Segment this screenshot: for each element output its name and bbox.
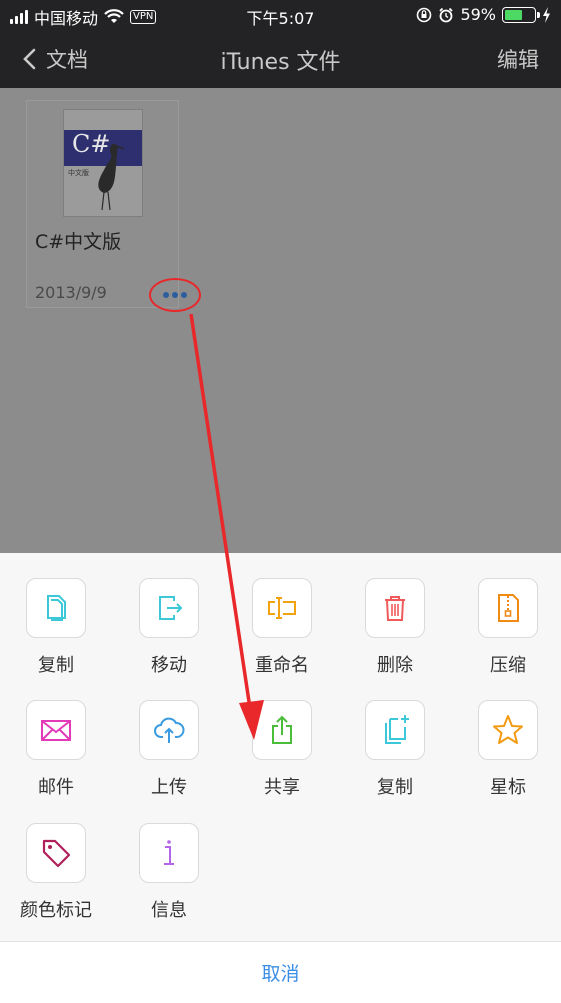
share-icon	[272, 715, 292, 744]
file-name: C#中文版	[35, 231, 122, 253]
battery-percent: 59%	[460, 5, 496, 24]
action-label: 颜色标记	[20, 900, 92, 921]
move-icon	[159, 596, 183, 620]
action-label: 重命名	[255, 655, 309, 676]
action-label: 星标	[490, 777, 526, 798]
action-delete[interactable]: 删除	[339, 578, 451, 677]
action-label: 上传	[151, 777, 187, 798]
trash-icon	[385, 596, 405, 621]
battery-icon	[502, 6, 540, 23]
zip-icon	[498, 594, 519, 622]
star-icon	[493, 715, 523, 744]
cover-subtitle: 中文版	[68, 169, 89, 177]
cancel-button[interactable]: 取消	[0, 941, 561, 1003]
edit-button[interactable]: 编辑	[497, 44, 539, 74]
page-title: iTunes 文件	[220, 50, 341, 75]
action-label: 复制	[38, 655, 74, 676]
file-grid: C# 中文版 C#中文版 2013/9/9	[0, 88, 561, 553]
more-dot	[172, 292, 178, 298]
more-dot	[163, 292, 169, 298]
copy-icon	[47, 595, 66, 621]
action-info[interactable]: 信息	[113, 823, 225, 922]
cover-title: C#	[72, 130, 111, 158]
action-mail[interactable]: 邮件	[0, 700, 112, 799]
book-cover-thumbnail: C# 中文版	[63, 109, 143, 217]
file-card[interactable]: C# 中文版 C#中文版 2013/9/9	[26, 100, 201, 312]
action-label: 删除	[377, 655, 413, 676]
more-options-button[interactable]	[149, 278, 201, 312]
action-copy[interactable]: 复制	[0, 578, 112, 677]
rename-icon	[268, 597, 296, 619]
action-rename[interactable]: 重命名	[226, 578, 338, 677]
charging-icon	[543, 6, 550, 23]
action-label: 移动	[151, 655, 187, 676]
action-label: 压缩	[490, 655, 526, 676]
duplicate-icon	[385, 715, 409, 744]
action-upload[interactable]: 上传	[113, 700, 225, 799]
action-label: 共享	[264, 777, 300, 798]
action-label: 复制	[377, 777, 413, 798]
orientation-lock-icon	[417, 7, 432, 22]
info-icon	[164, 840, 174, 865]
action-duplicate[interactable]: 复制	[339, 700, 451, 799]
action-label: 信息	[151, 900, 187, 921]
cloud-upload-icon	[154, 717, 185, 743]
action-share[interactable]: 共享	[226, 700, 338, 799]
nav-bar: 文档 iTunes 文件 编辑	[0, 30, 561, 88]
status-bar: 中国移动 VPN 下午5:07 59%	[0, 0, 561, 30]
action-compress[interactable]: 压缩	[452, 578, 561, 677]
mail-icon	[41, 720, 71, 741]
action-color-tag[interactable]: 颜色标记	[0, 823, 112, 922]
action-sheet: 复制 移动 重命名 删除 压缩 邮件 上传 共享 复制 星标 颜色标记 信息 取…	[0, 553, 561, 1003]
action-star[interactable]: 星标	[452, 700, 561, 799]
file-date: 2013/9/9	[35, 283, 107, 302]
alarm-icon	[439, 7, 454, 22]
tag-icon	[42, 839, 71, 868]
action-move[interactable]: 移动	[113, 578, 225, 677]
action-label: 邮件	[38, 777, 74, 798]
more-dot	[181, 292, 187, 298]
